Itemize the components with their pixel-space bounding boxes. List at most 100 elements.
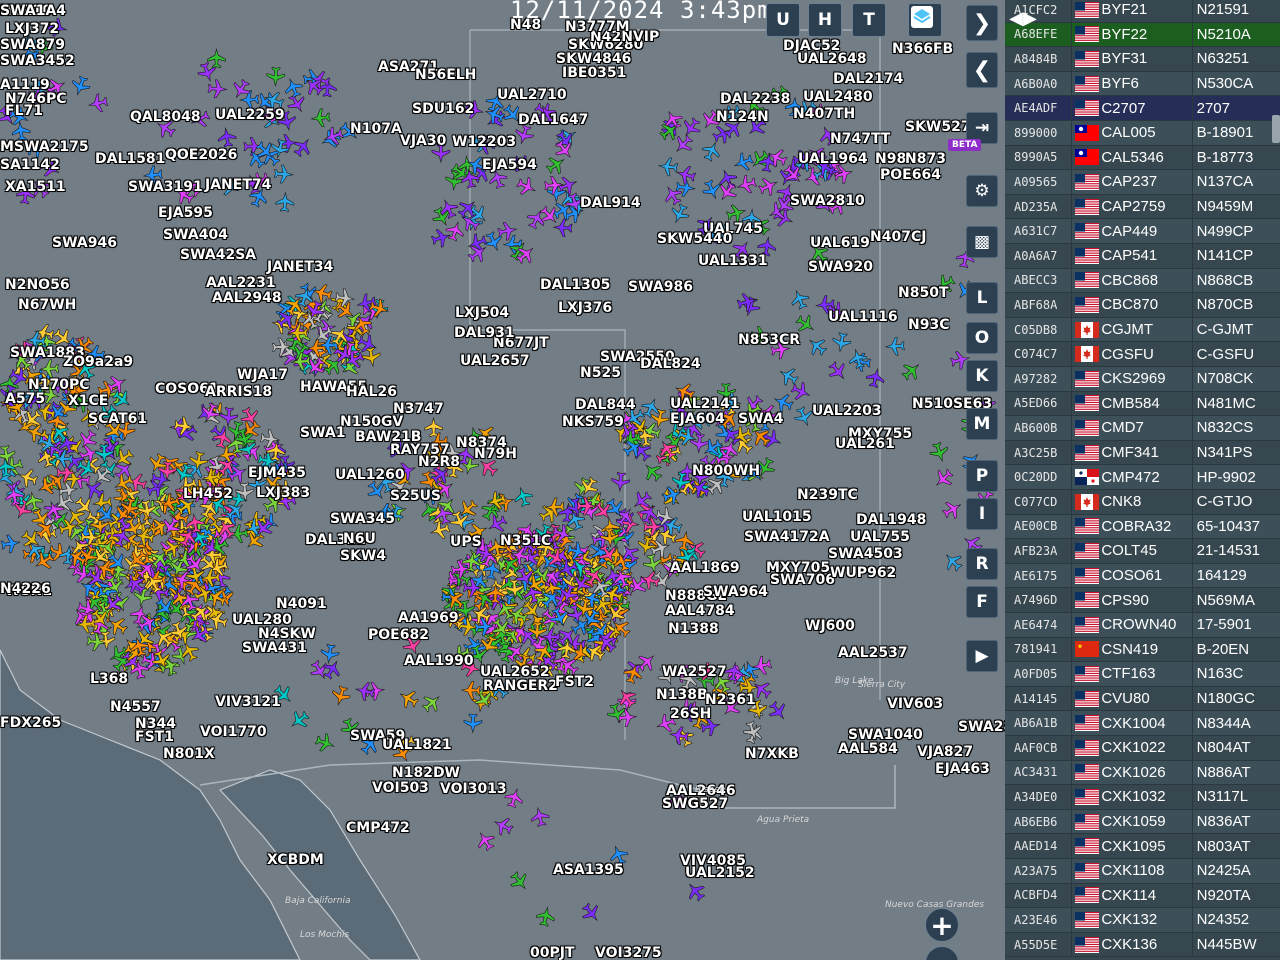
aircraft-label[interactable]: N2R8 (418, 455, 460, 470)
aircraft-label[interactable]: EJA604 (670, 412, 725, 427)
aircraft-label[interactable]: X1CE (68, 394, 108, 409)
aircraft-label[interactable]: N239TC (797, 488, 858, 503)
aircraft-label[interactable]: DAL1948 (856, 513, 926, 528)
aircraft-icon[interactable] (756, 174, 780, 198)
aircraft-icon[interactable] (16, 466, 39, 489)
aircraft-label[interactable]: WJA17 (237, 368, 288, 383)
aircraft-icon[interactable] (776, 364, 801, 389)
aircraft-icon[interactable] (804, 333, 830, 359)
aircraft-label[interactable]: SWA1A4 (0, 4, 66, 19)
aircraft-label[interactable]: N800WH (692, 464, 760, 479)
aircraft-label[interactable]: VOI503 (372, 781, 429, 796)
aircraft-label[interactable]: 26SH (670, 707, 711, 722)
aircraft-icon[interactable] (275, 191, 295, 212)
aircraft-label[interactable]: WA2527 (662, 665, 727, 680)
aircraft-row[interactable]: C077CD CNK8 C-GTJO (1005, 490, 1280, 515)
aircraft-label[interactable]: N525 (580, 366, 621, 381)
aircraft-label[interactable]: VOI1770 (200, 725, 267, 740)
aircraft-label[interactable]: N56ELH (415, 68, 476, 83)
aircraft-icon[interactable] (700, 178, 724, 202)
aircraft-icon[interactable] (928, 441, 951, 464)
aircraft-icon[interactable] (899, 358, 925, 384)
aircraft-icon[interactable] (330, 684, 353, 707)
aircraft-row[interactable]: A23E46 CXK132 N24352 (1005, 908, 1280, 933)
aircraft-label[interactable]: SWA1040 (848, 728, 923, 743)
toggle-r-button[interactable]: R (966, 548, 998, 580)
aircraft-row[interactable]: A23A75 CXK1108 N2425A (1005, 859, 1280, 884)
aircraft-label[interactable]: N7XKB (745, 747, 799, 762)
aircraft-row[interactable]: A09565 CAP237 N137CA (1005, 170, 1280, 195)
aircraft-label[interactable]: SWA3191 (128, 180, 203, 195)
zoom-in-button[interactable]: + (925, 908, 959, 942)
aircraft-icon[interactable] (716, 167, 740, 191)
aircraft-row[interactable]: A7496D CPS90 N569MA (1005, 588, 1280, 613)
aircraft-row[interactable]: A14145 CVU80 N180GC (1005, 686, 1280, 712)
aircraft-icon[interactable] (847, 347, 869, 370)
aircraft-label[interactable]: NKS759 (562, 415, 624, 430)
aircraft-label[interactable]: N850T (898, 286, 949, 301)
aircraft-icon[interactable] (679, 115, 704, 140)
aircraft-row[interactable]: A0FD05 CTF163 N163C (1005, 662, 1280, 687)
aircraft-label[interactable]: EJM435 (248, 466, 306, 481)
aircraft-row[interactable]: C05DB8 CGJMT C-GJMT (1005, 317, 1280, 343)
aircraft-icon[interactable] (311, 282, 334, 304)
aircraft-icon[interactable] (460, 681, 481, 700)
aircraft-label[interactable]: SWA4503 (828, 547, 903, 562)
aircraft-label[interactable]: N2NO56 (5, 278, 70, 293)
aircraft-label[interactable]: SWA42SA (180, 248, 256, 263)
aircraft-row[interactable]: 8990A5 CAL5346 B-18773 (1005, 145, 1280, 171)
aircraft-label[interactable]: JANET34 (267, 260, 333, 275)
aircraft-label[interactable]: VJA827 (917, 745, 973, 760)
aircraft-label[interactable]: W12203 (452, 135, 516, 150)
aircraft-icon[interactable] (668, 202, 692, 226)
aircraft-label[interactable]: N747TT (830, 132, 890, 147)
aircraft-label[interactable]: AAL2948 (212, 291, 282, 306)
expand-panel-button[interactable]: ❯ (966, 5, 998, 41)
aircraft-label[interactable]: UAL2259 (215, 108, 285, 123)
aircraft-label[interactable]: N1388 (668, 622, 719, 637)
aircraft-icon[interactable] (940, 497, 965, 522)
aircraft-label[interactable]: N853CR (738, 333, 800, 348)
aircraft-row[interactable]: AAED14 CXK1095 N803AT (1005, 834, 1280, 859)
aircraft-label[interactable]: UAL1331 (698, 254, 768, 269)
aircraft-label[interactable]: UAL2648 (797, 52, 867, 67)
aircraft-label[interactable]: SWA986 (628, 280, 693, 295)
aircraft-row[interactable]: AB600B CMD7 N832CS (1005, 416, 1280, 441)
aircraft-icon[interactable] (657, 157, 679, 177)
aircraft-label[interactable]: N150GV (340, 415, 403, 430)
aircraft-icon[interactable] (537, 501, 562, 526)
aircraft-row[interactable]: A34DE0 CXK1032 N3117L (1005, 785, 1280, 810)
aircraft-label[interactable]: UAL261 (835, 437, 895, 452)
aircraft-icon[interactable] (207, 79, 228, 99)
aircraft-icon[interactable] (884, 336, 905, 356)
aircraft-icon[interactable] (535, 906, 556, 928)
aircraft-label[interactable]: SWA946 (52, 236, 117, 251)
aircraft-label[interactable]: SA1142 (0, 158, 60, 173)
aircraft-label[interactable]: AAL2537 (838, 646, 908, 661)
aircraft-row[interactable]: AAF0CB CXK1022 N804AT (1005, 736, 1280, 761)
toggle-h-button[interactable]: H (808, 3, 842, 37)
aircraft-label[interactable]: UAL2152 (685, 866, 755, 881)
aircraft-label[interactable]: 00PJT (530, 946, 575, 960)
aircraft-label[interactable]: UAL1015 (742, 510, 812, 525)
aircraft-label[interactable]: SWA964 (703, 585, 768, 600)
aircraft-label[interactable]: DAL1581 (95, 152, 165, 167)
aircraft-label[interactable]: AAL2231 (206, 276, 276, 291)
aircraft-label[interactable]: LXJ383 (256, 486, 310, 501)
aircraft-row[interactable]: AFB23A COLT45 21-14531 (1005, 539, 1280, 564)
aircraft-label[interactable]: UPS (450, 535, 482, 550)
aircraft-icon[interactable] (640, 459, 666, 485)
replay-button[interactable]: ▶ (966, 640, 998, 672)
aircraft-row[interactable]: AE6474 CROWN40 17-5901 (1005, 613, 1280, 638)
aircraft-icon[interactable] (207, 48, 226, 69)
aircraft-label[interactable]: AAL1869 (670, 561, 740, 576)
aircraft-icon[interactable] (473, 828, 498, 853)
toggle-k-button[interactable]: K (966, 360, 998, 392)
aircraft-label[interactable]: DAL1305 (540, 278, 610, 293)
aircraft-label[interactable]: N4091 (276, 597, 327, 612)
aircraft-icon[interactable] (789, 380, 813, 404)
aircraft-label[interactable]: FST1 (135, 730, 174, 745)
aircraft-icon[interactable] (611, 471, 631, 493)
aircraft-label[interactable]: LH452 (183, 487, 233, 502)
aircraft-label[interactable]: FL71 (5, 104, 43, 119)
